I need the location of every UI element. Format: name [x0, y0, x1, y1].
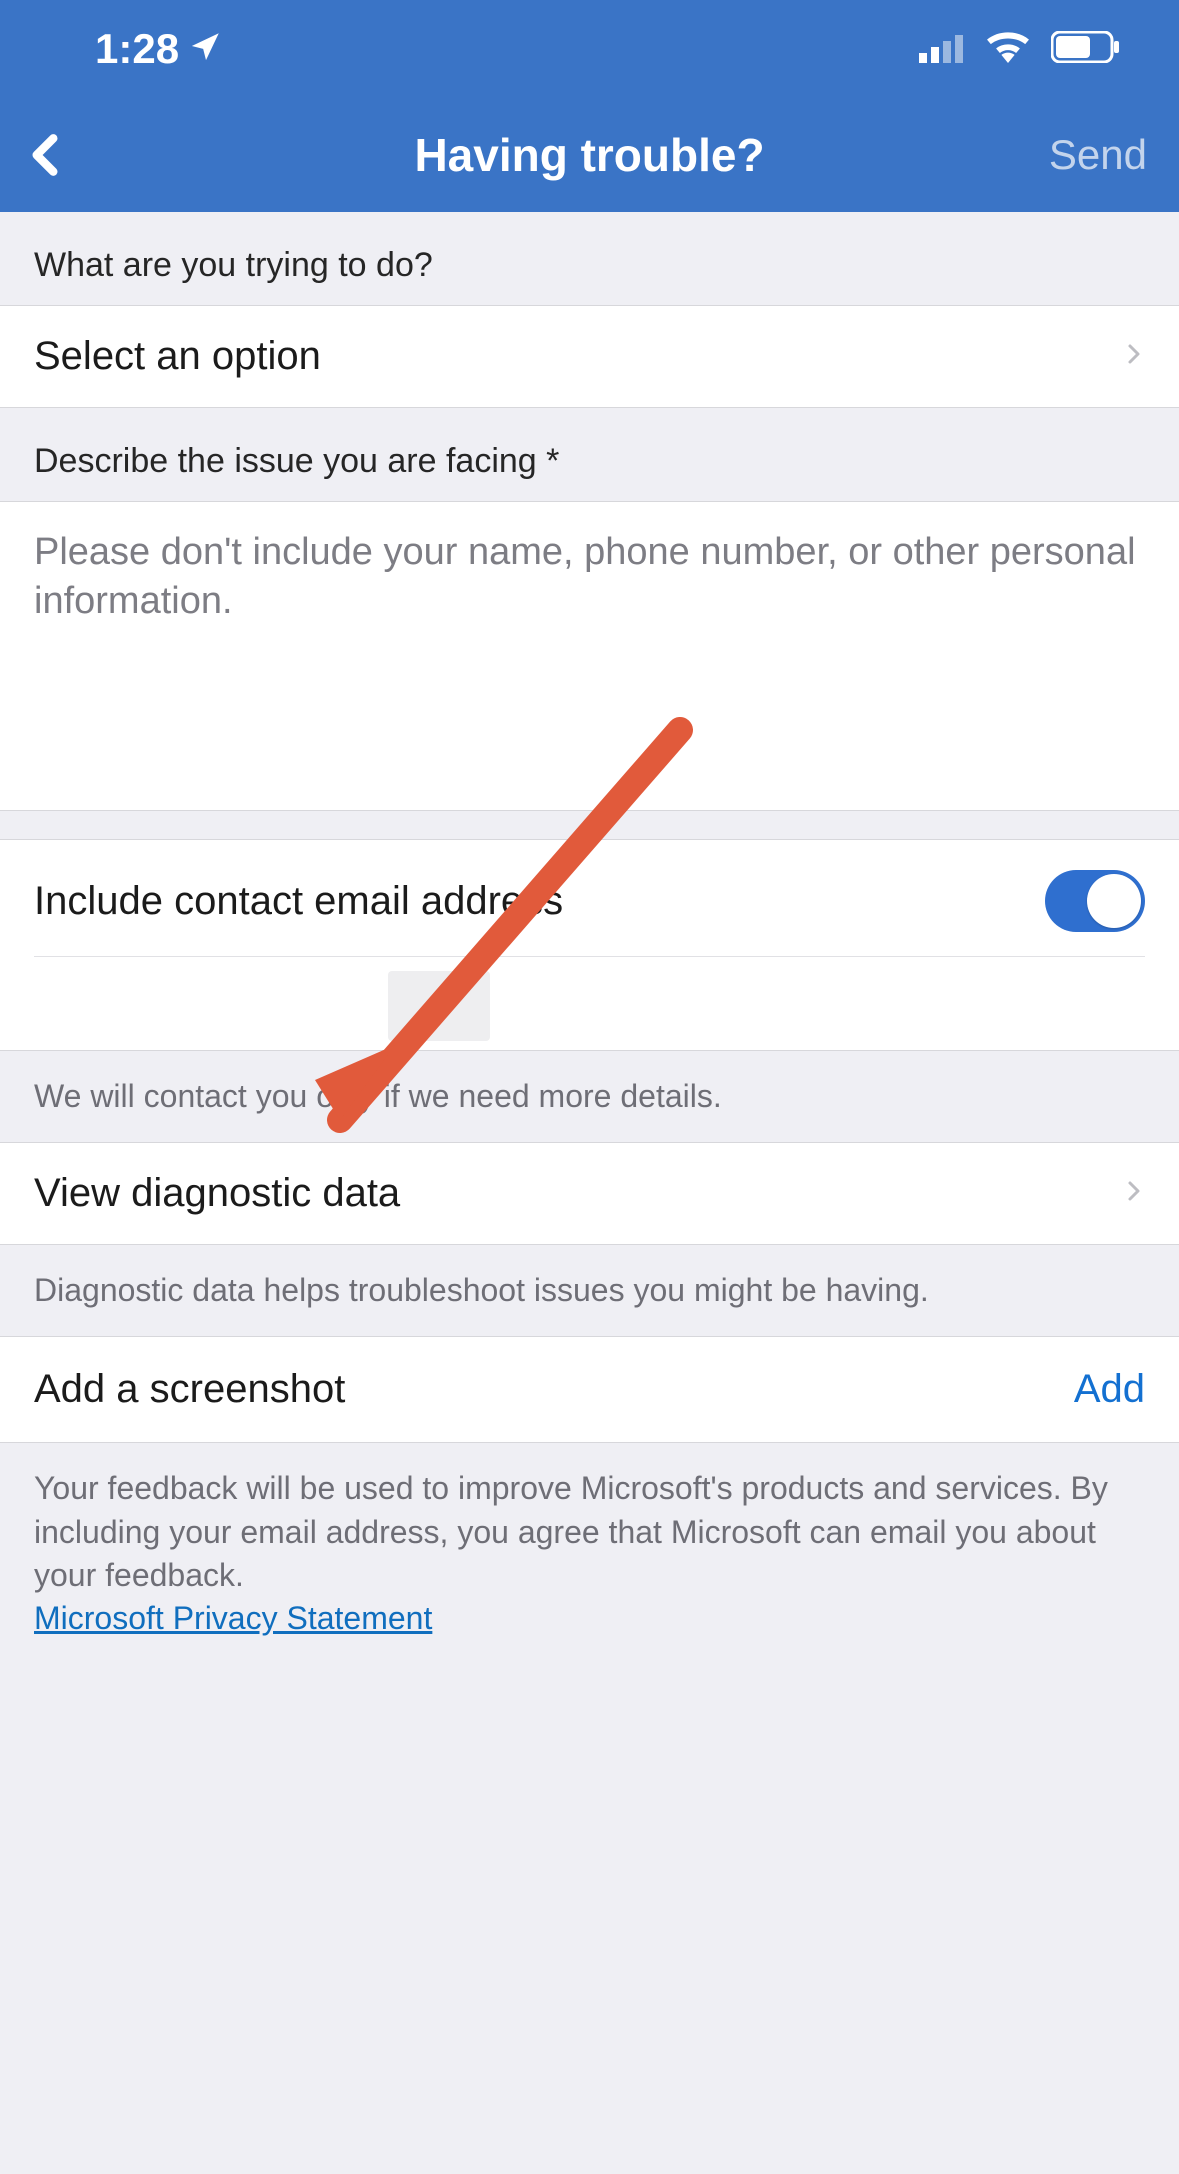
chevron-right-icon [1121, 1172, 1145, 1215]
location-icon [189, 25, 223, 73]
add-screenshot-label: Add a screenshot [34, 1367, 345, 1412]
email-redacted [388, 971, 490, 1041]
chevron-right-icon [1121, 335, 1145, 378]
issue-placeholder: Please don't include your name, phone nu… [34, 528, 1145, 627]
section-header-action: What are you trying to do? [0, 212, 1179, 305]
footer-disclosure: Your feedback will be used to improve Mi… [0, 1443, 1179, 1664]
wifi-icon [985, 25, 1033, 73]
page-title: Having trouble? [414, 128, 764, 182]
issue-textarea[interactable]: Please don't include your name, phone nu… [0, 501, 1179, 811]
select-option-label: Select an option [34, 334, 321, 379]
add-screenshot-row: Add a screenshot Add [0, 1336, 1179, 1443]
add-screenshot-button[interactable]: Add [1074, 1367, 1145, 1412]
view-diagnostic-label: View diagnostic data [34, 1171, 400, 1216]
battery-icon [1051, 25, 1121, 73]
include-email-label: Include contact email address [34, 879, 563, 924]
email-note: We will contact you only if we need more… [0, 1051, 1179, 1142]
section-header-describe: Describe the issue you are facing * [0, 408, 1179, 501]
nav-bar: Having trouble? Send [0, 98, 1179, 212]
send-button[interactable]: Send [1049, 131, 1147, 179]
status-bar: 1:28 [0, 0, 1179, 98]
select-option-row[interactable]: Select an option [0, 305, 1179, 408]
back-button[interactable] [20, 125, 80, 185]
toggle-knob [1087, 874, 1141, 928]
include-email-toggle[interactable] [1045, 870, 1145, 932]
footer-text: Your feedback will be used to improve Mi… [34, 1470, 1108, 1592]
email-field[interactable] [34, 956, 1145, 1050]
cellular-signal-icon [919, 25, 967, 73]
status-time: 1:28 [95, 25, 179, 73]
view-diagnostic-row[interactable]: View diagnostic data [0, 1142, 1179, 1245]
diagnostic-note: Diagnostic data helps troubleshoot issue… [0, 1245, 1179, 1336]
privacy-link[interactable]: Microsoft Privacy Statement [34, 1600, 432, 1636]
